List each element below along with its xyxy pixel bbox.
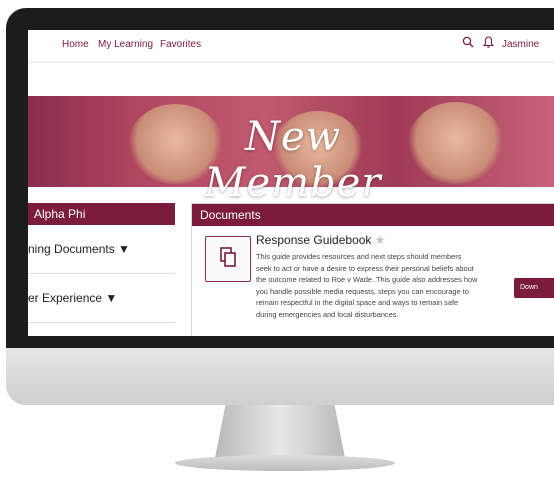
monitor-stand-neck xyxy=(215,405,345,458)
sidebar: Alpha Phi ning Documents ▼ er Experience… xyxy=(28,203,175,336)
nav-my-learning-link[interactable]: My Learning xyxy=(98,39,153,50)
documents-panel: Documents Response Guidebook ★ This guid… xyxy=(191,203,554,336)
screen: Home My Learning Favorites Jasmine New M… xyxy=(28,30,554,336)
search-icon[interactable] xyxy=(462,36,474,51)
document-icon[interactable] xyxy=(205,236,251,282)
star-icon[interactable]: ★ xyxy=(375,233,386,247)
nav-favorites-link[interactable]: Favorites xyxy=(160,39,201,50)
monitor-chin xyxy=(6,348,554,405)
document-title-text[interactable]: Response Guidebook xyxy=(256,233,371,247)
banner-title: New Member xyxy=(204,114,382,206)
sidebar-item-member-experience[interactable]: er Experience ▼ xyxy=(28,274,175,323)
bell-icon[interactable] xyxy=(482,36,495,51)
documents-header: Documents xyxy=(192,204,554,226)
banner-photo-face xyxy=(408,102,503,184)
top-nav: Home My Learning Favorites Jasmine xyxy=(28,30,554,63)
nav-home-link[interactable]: Home xyxy=(62,39,89,50)
sidebar-header: Alpha Phi xyxy=(28,203,175,225)
download-button[interactable]: Down xyxy=(514,278,554,298)
hero-banner: New Member xyxy=(28,96,554,206)
monitor-stand-base xyxy=(175,455,395,471)
user-name[interactable]: Jasmine xyxy=(502,39,539,50)
document-description: This guide provides resources and next s… xyxy=(256,252,478,319)
sidebar-item-training-documents[interactable]: ning Documents ▼ xyxy=(28,225,175,274)
document-title[interactable]: Response Guidebook ★ xyxy=(256,233,386,247)
